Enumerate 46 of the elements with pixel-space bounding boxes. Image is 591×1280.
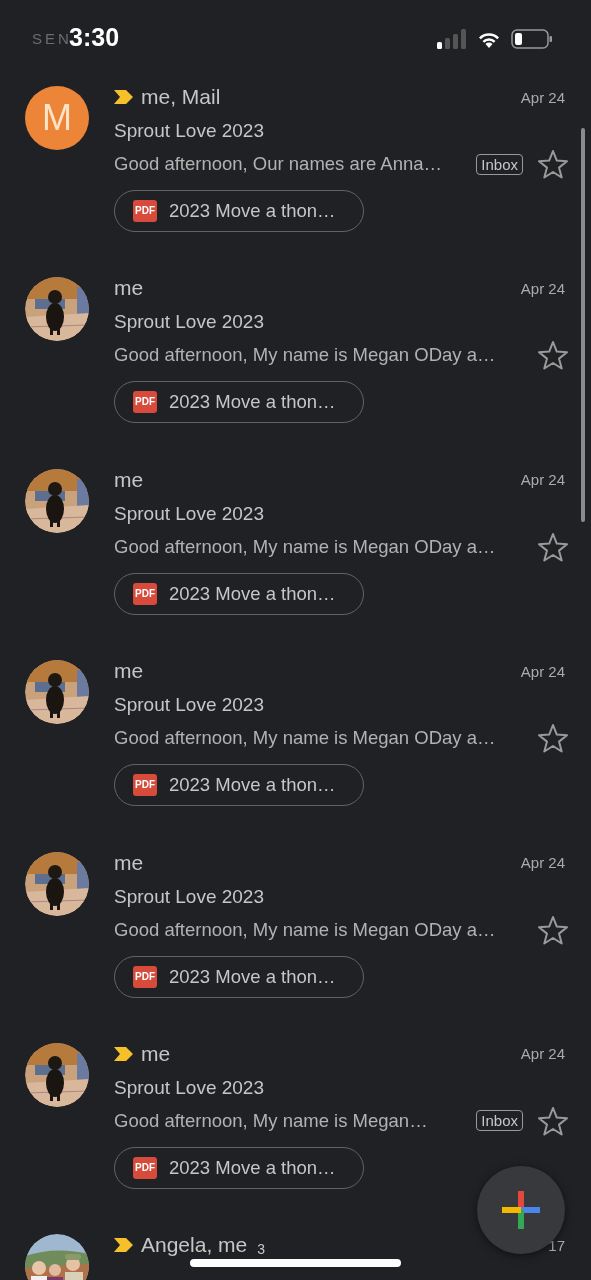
email-subject: Sprout Love 2023 (114, 310, 265, 335)
pdf-icon: PDF (133, 1156, 157, 1179)
star-icon[interactable] (537, 914, 569, 945)
inbox-label: Inbox (476, 1110, 523, 1132)
email-subject: Sprout Love 2023 (114, 501, 265, 526)
pdf-icon: PDF (133, 200, 157, 222)
battery-icon (511, 29, 553, 49)
message-count: 3 (257, 1241, 266, 1258)
email-snippet: Good afternoon, My name is Megan ODay a… (114, 918, 496, 941)
email-subject: Sprout Love 2023 (114, 119, 265, 143)
sender-names: me (141, 1041, 171, 1066)
sender-names: me (114, 276, 144, 301)
star-icon[interactable] (537, 1105, 569, 1136)
star-icon[interactable] (537, 723, 569, 754)
email-snippet: Good afternoon, My name is Megan ODay a… (114, 727, 496, 750)
email-date: Apr 24 (520, 279, 565, 297)
pdf-icon: PDF (133, 965, 157, 988)
email-date: Apr 24 (520, 471, 565, 489)
star-icon[interactable] (537, 340, 569, 371)
email-snippet: Good afternoon, Our names are Anna… (114, 153, 443, 175)
star-icon[interactable] (537, 531, 569, 562)
email-snippet: Good afternoon, My name is Megan ODay a… (114, 344, 496, 367)
signal-icon (437, 29, 467, 49)
sender-names: me (114, 850, 144, 875)
wifi-icon (477, 30, 501, 48)
email-subject: Sprout Love 2023 (114, 1075, 265, 1100)
pdf-icon: PDF (133, 774, 157, 797)
pdf-icon: PDF (133, 391, 157, 414)
email-date: Apr 24 (520, 88, 565, 106)
email-date: Apr 24 (520, 1045, 565, 1063)
inbox-label: Inbox (476, 153, 523, 175)
email-snippet: Good afternoon, My name is Megan… (114, 1109, 428, 1132)
email-subject: Sprout Love 2023 (114, 884, 265, 909)
star-icon[interactable] (537, 149, 569, 179)
sender-names: Angela, me (141, 1233, 248, 1258)
email-date: Apr 24 (520, 662, 565, 680)
plus-icon (502, 1191, 540, 1229)
email-subject: Sprout Love 2023 (114, 693, 265, 718)
email-date: Apr 24 (520, 854, 565, 872)
avatar: M (25, 86, 89, 150)
pdf-icon: PDF (133, 582, 157, 605)
email-date: 17 (548, 1236, 565, 1254)
sender-names: me (114, 467, 144, 492)
email-snippet: Good afternoon, My name is Megan ODay a… (114, 535, 496, 558)
sender-names: me (114, 659, 144, 684)
sender-names: me, Mail (141, 85, 221, 109)
